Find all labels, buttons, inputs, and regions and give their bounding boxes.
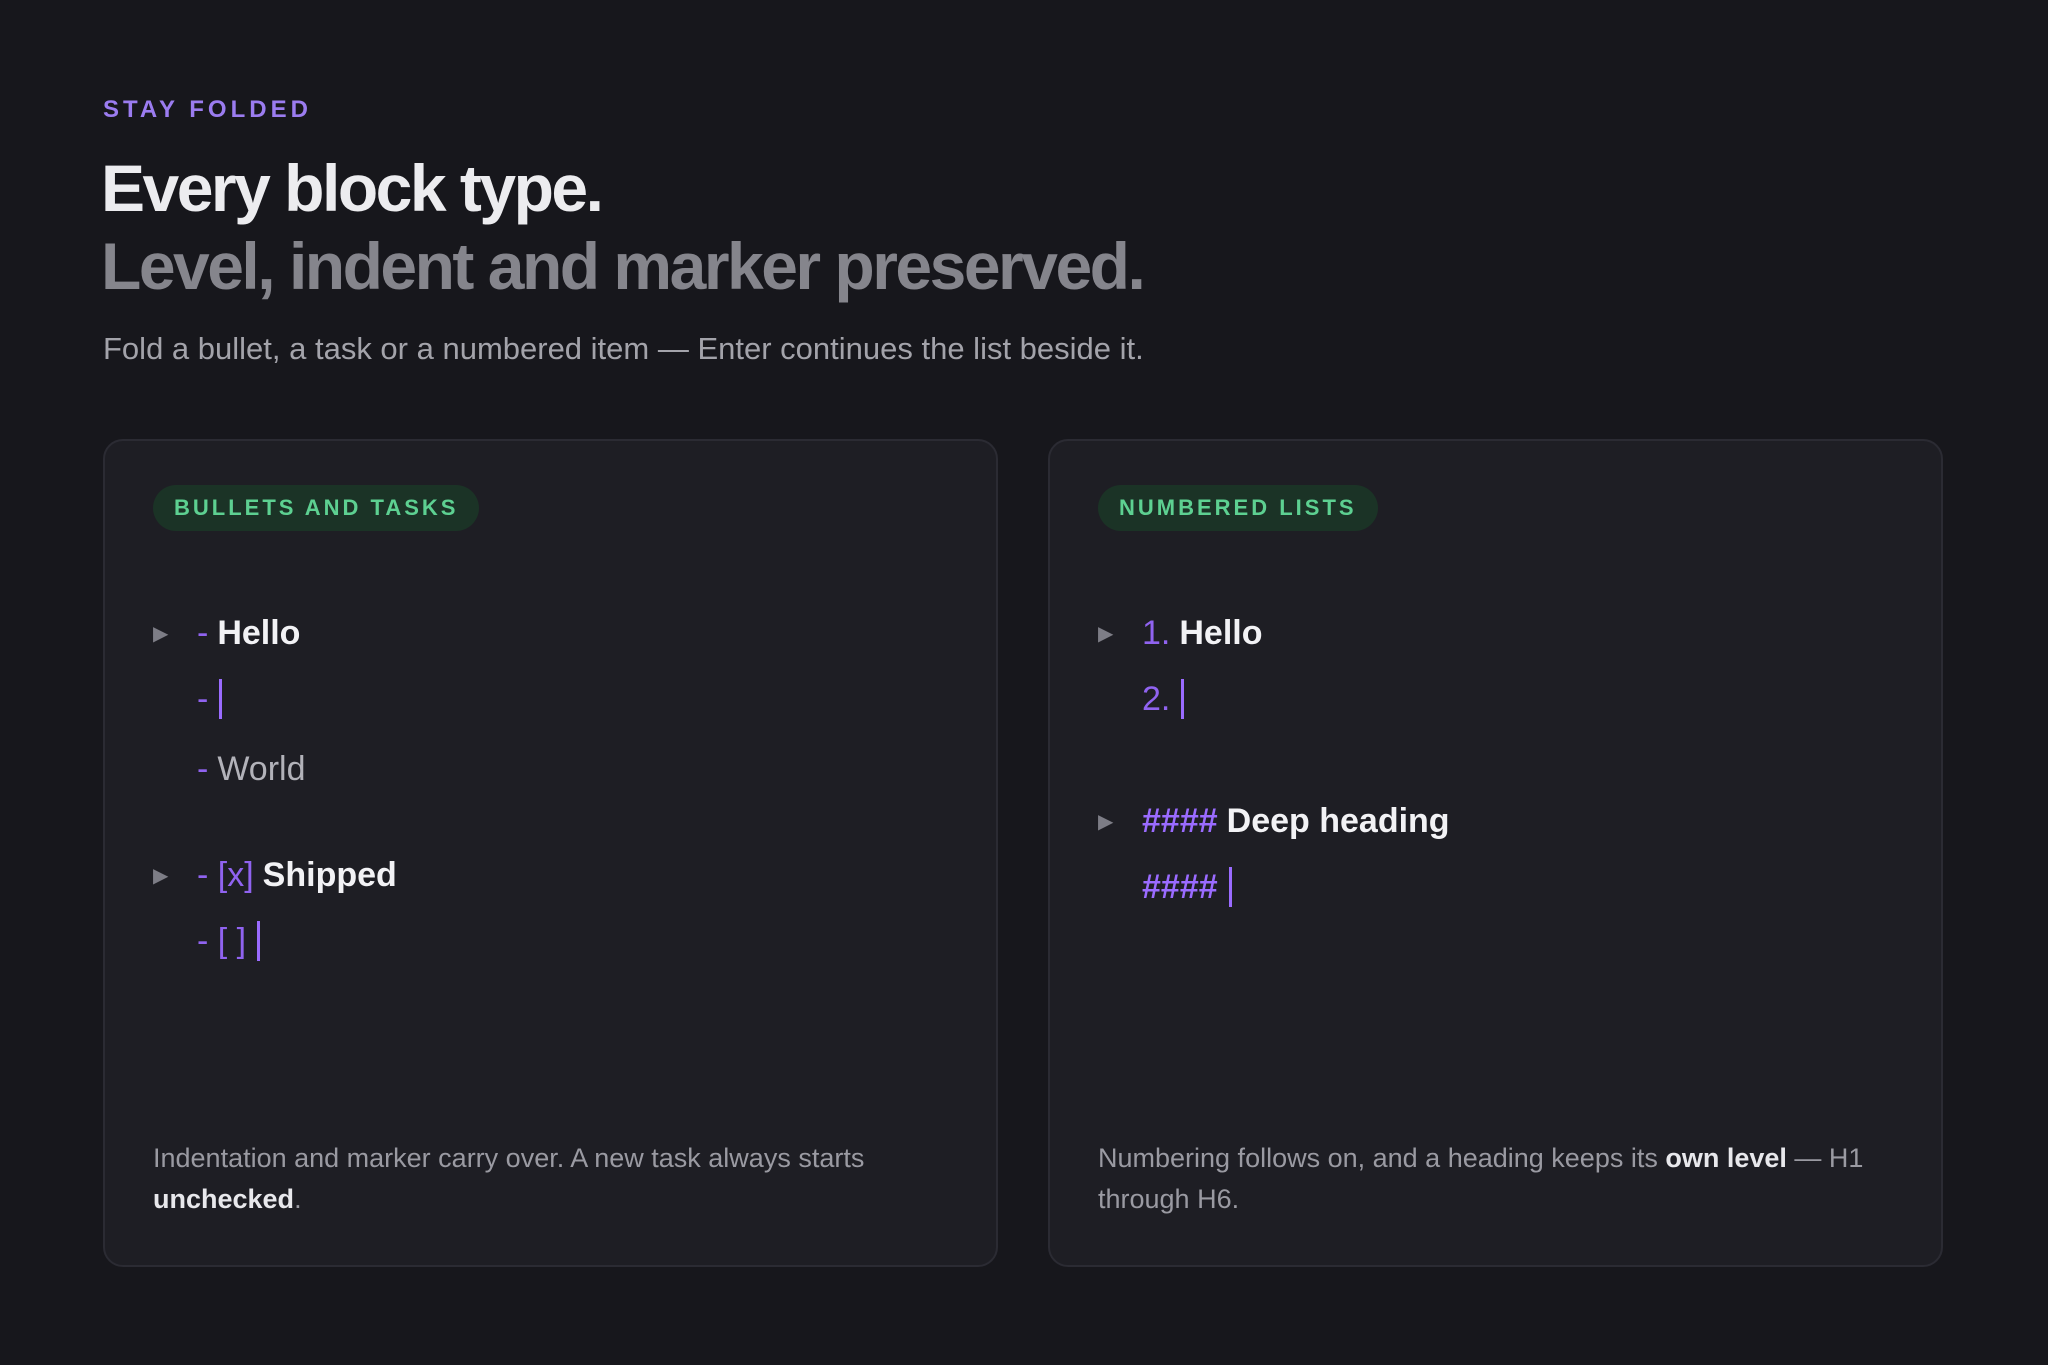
numbered-card-note: Numbering follows on, and a heading keep… [1098,1143,1864,1214]
fold-toggle-icon[interactable]: ▶ [153,863,197,888]
heading-marker: #### [1142,801,1218,840]
bullet-marker: - [197,679,209,718]
number-marker: 1. [1142,613,1171,652]
bullet-marker: - [197,749,209,788]
text-caret [1228,867,1232,907]
task-row-shipped[interactable]: ▶ - [x] Shipped [153,853,397,897]
numbered-text: Hello [1179,613,1263,652]
page-subtitle: Fold a bullet, a task or a numbered item… [103,331,1144,366]
bullet-marker: - [197,613,209,652]
numbered-row-hello[interactable]: ▶ 1. Hello [1098,611,1262,655]
bullet-text: Hello [217,613,301,652]
heading-text: Deep heading [1226,801,1450,840]
heading-row-deep[interactable]: ▶ #### Deep heading [1098,799,1450,843]
page: STAY FOLDED Every block type. Level, ind… [0,0,2048,1365]
page-title: Every block type. [101,151,604,225]
bullet-row-world[interactable]: - World [153,747,306,791]
eyebrow-label: STAY FOLDED [103,96,312,123]
bullet-text: World [217,749,306,788]
numbered-row-new[interactable]: 2. [1098,677,1185,721]
heading-row-new[interactable]: #### [1098,865,1232,909]
fold-toggle-icon[interactable]: ▶ [153,621,197,646]
task-marker-checked[interactable]: - [x] [197,856,254,895]
task-marker-unchecked[interactable]: - [ ] [197,922,246,961]
bullets-tasks-badge: BULLETS AND TASKS [153,485,480,531]
fold-toggle-icon[interactable]: ▶ [1098,809,1142,834]
fold-toggle-icon[interactable]: ▶ [1098,621,1142,646]
task-row-new[interactable]: - [ ] [153,919,261,963]
bullets-card-note: Indentation and marker carry over. A new… [153,1143,865,1214]
number-marker: 2. [1142,679,1171,718]
text-caret [219,679,223,719]
bullet-row-new[interactable]: - [153,677,223,721]
numbered-lists-badge: NUMBERED LISTS [1098,485,1378,531]
task-text: Shipped [262,855,397,894]
page-title-secondary: Level, indent and marker preserved. [101,229,1146,303]
text-caret [1181,679,1185,719]
heading-marker: #### [1142,867,1218,906]
bullet-row-hello[interactable]: ▶ - Hello [153,611,300,655]
text-caret [257,921,261,961]
bullets-tasks-card: BULLETS AND TASKS ▶ - Hello - - World ▶ … [103,439,998,1267]
numbered-lists-card: NUMBERED LISTS ▶ 1. Hello 2. ▶ #### Deep… [1048,439,1943,1267]
